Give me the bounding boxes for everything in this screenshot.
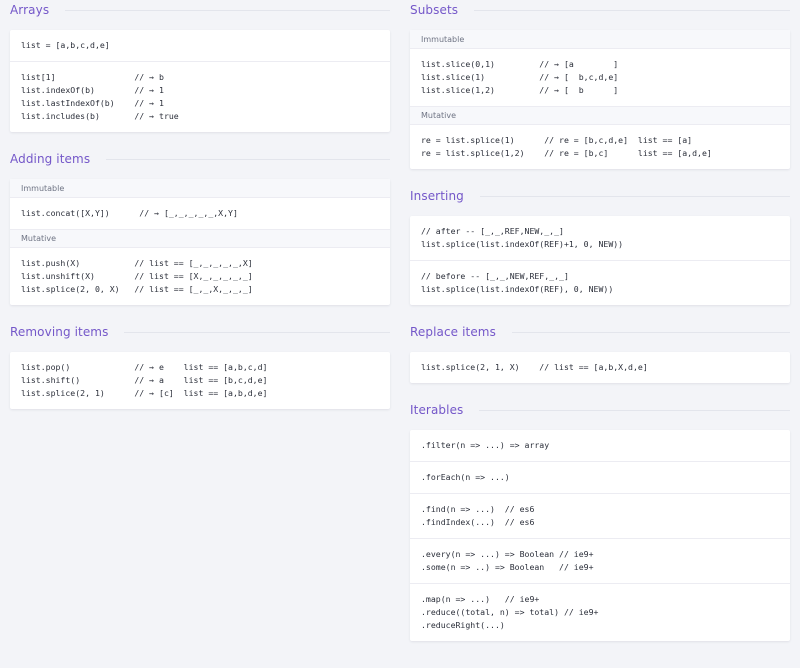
section-heading: Arrays: [10, 0, 390, 20]
section-subsets: Subsets Immutable list.slice(0,1) // → [a …: [410, 0, 790, 169]
section-heading: Inserting: [410, 186, 790, 206]
code-block: list[1] // → b list.indexOf(b) // → 1 list…: [10, 61, 390, 132]
section-iterables: Iterables .filter(n => ...) => array .forE…: [410, 400, 790, 641]
code-line: list.concat([X,Y]) // → [_,_,_,_,_,X,Y]: [21, 208, 238, 218]
code-line: list.splice(2, 0, X) // list == [_,_,X,_…: [21, 284, 253, 294]
code-block: re = list.splice(1) // re = [b,c,d,e] li…: [410, 124, 790, 169]
right-column: Subsets Immutable list.slice(0,1) // → [a …: [410, 0, 790, 658]
code-block: // after -- [_,_,REF,NEW,_,_] list.splice…: [410, 216, 790, 260]
code-card: // after -- [_,_,REF,NEW,_,_] list.splice…: [410, 216, 790, 305]
code-card: .filter(n => ...) => array .forEach(n => …: [410, 430, 790, 641]
code-line: list[1] // → b: [21, 72, 164, 82]
code-card: Immutable list.slice(0,1) // → [a ] list.s…: [410, 30, 790, 169]
code-block: .map(n => ...) // ie9+ .reduce((total, n)…: [410, 583, 790, 641]
code-block: list.splice(2, 1, X) // list == [a,b,X,d…: [410, 352, 790, 383]
heading-divider: [124, 331, 390, 333]
code-line: .reduce((total, n) => total) // ie9+: [421, 607, 599, 617]
code-card: Immutable list.concat([X,Y]) // → [_,_,_,…: [10, 179, 390, 305]
code-line: .reduceRight(...): [421, 620, 505, 630]
code-line: list.splice(list.indexOf(REF)+1, 0, NEW)…: [421, 239, 624, 249]
code-line: // after -- [_,_,REF,NEW,_,_]: [421, 226, 564, 236]
subsection-label: Immutable: [10, 179, 390, 197]
code-line: list.splice(2, 1) // → [c] list == [a,b,…: [21, 388, 268, 398]
subsection-label: Immutable: [410, 30, 790, 48]
section-arrays: Arrays list = [a,b,c,d,e] list[1] // → b li…: [10, 0, 390, 132]
code-line: re = list.splice(1,2) // re = [b,c] list…: [421, 148, 712, 158]
code-block: .find(n => ...) // es6 .findIndex(...) //…: [410, 493, 790, 538]
code-line: list.slice(1) // → [ b,c,d,e]: [421, 72, 619, 82]
code-block: list = [a,b,c,d,e]: [10, 30, 390, 61]
section-heading: Iterables: [410, 400, 790, 420]
heading-divider: [474, 9, 790, 11]
code-line: list.slice(1,2) // → [ b ]: [421, 85, 619, 95]
section-removing-items: Removing items list.pop() // → e list == …: [10, 322, 390, 409]
subsection-label: Mutative: [10, 229, 390, 247]
section-heading: Adding items: [10, 149, 390, 169]
code-block: list.pop() // → e list == [a,b,c,d] list.…: [10, 352, 390, 409]
code-block: list.concat([X,Y]) // → [_,_,_,_,_,X,Y]: [10, 197, 390, 229]
section-title: Inserting: [410, 189, 464, 203]
code-line: .every(n => ...) => Boolean // ie9+: [421, 549, 594, 559]
subsection-label: Mutative: [410, 106, 790, 124]
code-line: re = list.splice(1) // re = [b,c,d,e] li…: [421, 135, 693, 145]
code-block: list.push(X) // list == [_,_,_,_,_,X]lis…: [10, 247, 390, 305]
code-line: list = [a,b,c,d,e]: [21, 40, 110, 50]
code-block: // before -- [_,_,NEW,REF,_,_] list.splic…: [410, 260, 790, 305]
code-line: list.pop() // → e list == [a,b,c,d]: [21, 362, 268, 372]
code-line: .findIndex(...) // es6: [421, 517, 535, 527]
code-line: list.slice(0,1) // → [a ]: [421, 59, 619, 69]
code-line: .map(n => ...) // ie9+: [421, 594, 540, 604]
code-line: list.splice(list.indexOf(REF), 0, NEW)): [421, 284, 614, 294]
code-line: .forEach(n => ...): [421, 472, 510, 482]
code-card: list.pop() // → e list == [a,b,c,d] list.…: [10, 352, 390, 409]
section-title: Arrays: [10, 3, 50, 17]
code-line: list.shift() // → a list == [b,c,d,e]: [21, 375, 268, 385]
section-replace-items: Replace items list.splice(2, 1, X) // lis…: [410, 322, 790, 383]
heading-divider: [511, 331, 790, 333]
code-block: list.slice(0,1) // → [a ] list.slice(1) /…: [410, 48, 790, 106]
code-line: list.unshift(X) // list == [X,_,_,_,_,_]: [21, 271, 253, 281]
code-block: .forEach(n => ...): [410, 461, 790, 493]
heading-divider: [106, 158, 390, 160]
code-line: // before -- [_,_,NEW,REF,_,_]: [421, 271, 569, 281]
code-block: .filter(n => ...) => array: [410, 430, 790, 461]
code-card: list = [a,b,c,d,e] list[1] // → b list.ind…: [10, 30, 390, 132]
code-line: list.includes(b) // → true: [21, 111, 179, 121]
section-inserting: Inserting // after -- [_,_,REF,NEW,_,_]li…: [410, 186, 790, 305]
left-column: Arrays list = [a,b,c,d,e] list[1] // → b li…: [10, 0, 390, 426]
section-heading: Subsets: [410, 0, 790, 20]
code-line: .find(n => ...) // es6: [421, 504, 535, 514]
section-adding-items: Adding items Immutable list.concat([X,Y]) …: [10, 149, 390, 305]
section-title: Iterables: [410, 403, 464, 417]
section-title: Replace items: [410, 325, 496, 339]
code-line: .filter(n => ...) => array: [421, 440, 550, 450]
section-title: Removing items: [10, 325, 109, 339]
code-line: list.indexOf(b) // → 1: [21, 85, 164, 95]
code-line: list.push(X) // list == [_,_,_,_,_,X]: [21, 258, 253, 268]
code-card: list.splice(2, 1, X) // list == [a,b,X,d…: [410, 352, 790, 383]
code-line: list.lastIndexOf(b) // → 1: [21, 98, 164, 108]
code-line: .some(n => ..) => Boolean // ie9+: [421, 562, 594, 572]
heading-divider: [65, 9, 390, 11]
code-line: list.splice(2, 1, X) // list == [a,b,X,d…: [421, 362, 648, 372]
section-title: Adding items: [10, 152, 91, 166]
section-heading: Replace items: [410, 322, 790, 342]
code-block: .every(n => ...) => Boolean // ie9+ .some…: [410, 538, 790, 583]
section-heading: Removing items: [10, 322, 390, 342]
heading-divider: [479, 409, 790, 411]
section-title: Subsets: [410, 3, 459, 17]
heading-divider: [479, 195, 790, 197]
